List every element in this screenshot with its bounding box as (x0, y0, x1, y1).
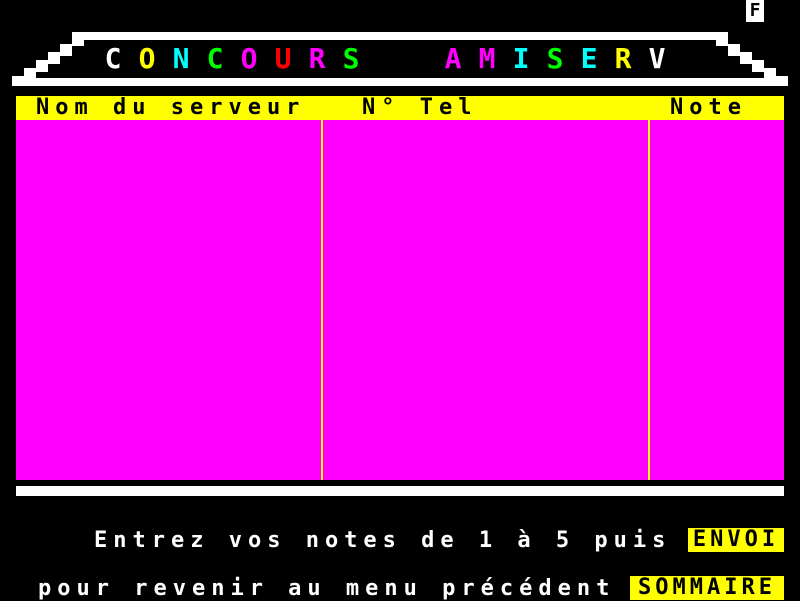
column-header-phone: N° Tel (362, 95, 478, 120)
title-letter: V (648, 41, 666, 75)
title-letter: U (274, 41, 292, 75)
envoi-key[interactable]: ENVOI (688, 528, 784, 552)
title-letter: O (138, 41, 156, 75)
title-letter: E (580, 41, 598, 75)
column-divider (648, 120, 650, 480)
return-instruction-text: pour revenir au menu précédent (38, 576, 616, 601)
divider (16, 486, 784, 496)
title-letter: M (478, 41, 496, 75)
instruction-text: Entrez vos notes de 1 à 5 puis (94, 528, 672, 553)
title-letter: C (206, 41, 224, 75)
sommaire-key[interactable]: SOMMAIRE (630, 576, 784, 600)
title-letter: N (172, 41, 190, 75)
column-divider (321, 120, 323, 480)
column-header-server: Nom du serveur (36, 95, 306, 120)
page-title: C O N C O U R S A M I S E R V (96, 41, 674, 75)
title-letter: R (614, 41, 632, 75)
title-letter: S (342, 41, 360, 75)
title-letter: S (546, 41, 564, 75)
status-indicator: F (746, 0, 764, 22)
title-letter: C (104, 41, 122, 75)
title-letter: A (444, 41, 462, 75)
column-header-score: Note (670, 95, 747, 120)
title-letter: I (512, 41, 530, 75)
title-letter: O (240, 41, 258, 75)
title-letter: R (308, 41, 326, 75)
score-table-body[interactable] (16, 120, 784, 480)
